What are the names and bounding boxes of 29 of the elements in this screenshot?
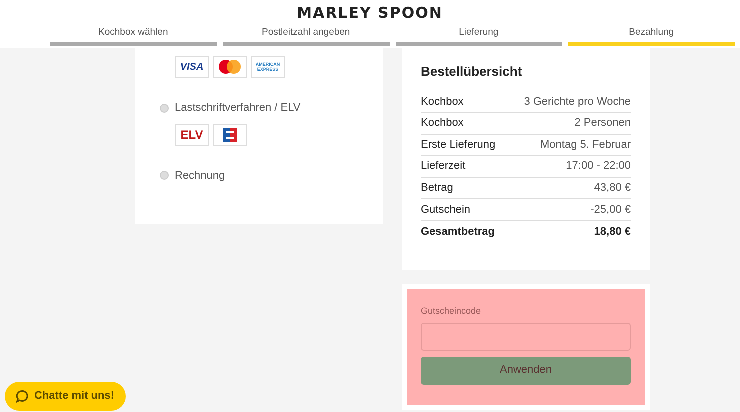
row-label: Kochbox (421, 94, 464, 110)
chat-button[interactable]: Chatte mit uns! (5, 382, 126, 411)
summary-title: Bestellübersicht (421, 63, 524, 81)
visa-logo: VISA (175, 56, 209, 78)
radio-button[interactable] (160, 171, 169, 180)
chat-bubble-icon (16, 390, 30, 403)
card-logo (213, 56, 247, 78)
row-value: Montag 5. Februar (540, 138, 631, 153)
option-label: Rechnung (175, 168, 226, 184)
logo[interactable]: MARLEY SPOON (297, 0, 443, 23)
row-label: Betrag (421, 180, 454, 196)
row-label: Lieferzeit (421, 159, 466, 174)
row-label: Gesamtbetrag (421, 224, 495, 240)
row-value: -25,00 € (590, 202, 631, 218)
elv-logo: ELV (175, 124, 209, 146)
voucher-input[interactable] (421, 322, 631, 350)
row-label: Gutschein (421, 202, 471, 218)
apply-button[interactable]: Anwenden (421, 356, 631, 384)
row-value: 18,80 € (594, 224, 631, 240)
option-label: Lastschriftverfahren / ELV (175, 101, 301, 116)
ec-logo (213, 124, 247, 146)
row-value: 17:00 - 22:00 (566, 159, 631, 174)
row-label: Erste Lieferung (421, 138, 496, 153)
field-label: Gutscheincode (421, 305, 482, 318)
radio-button[interactable] (160, 104, 169, 113)
row-value: 3 Gerichte pro Woche (524, 94, 631, 110)
row-label: Kochbox (421, 116, 464, 132)
row-value: 43,80 € (594, 180, 631, 196)
row-value: 2 Personen (574, 116, 631, 132)
